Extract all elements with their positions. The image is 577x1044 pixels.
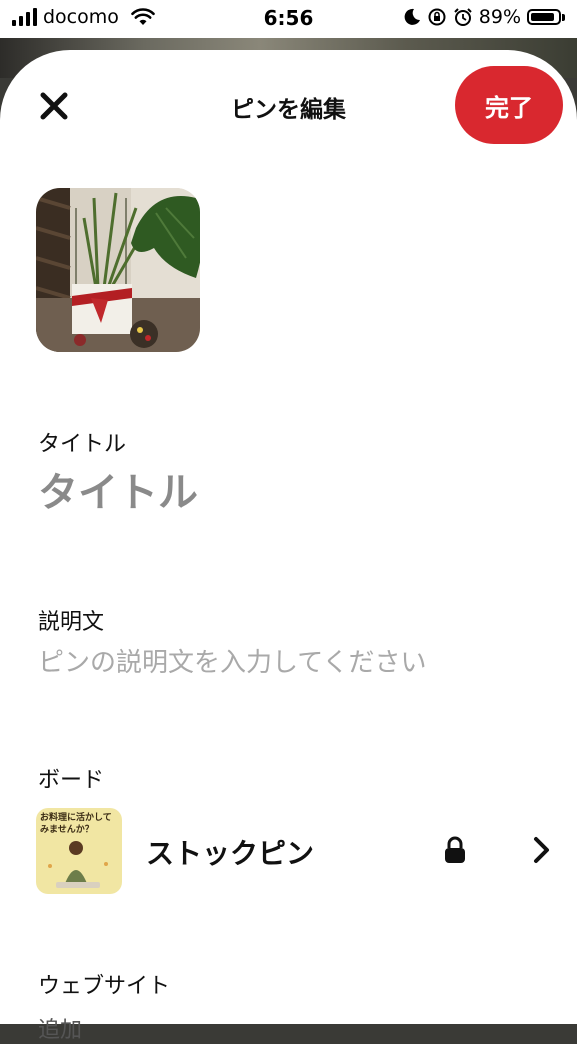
status-bar: docomo 6:56 89%	[0, 0, 577, 38]
moon-icon	[404, 8, 420, 25]
title-input[interactable]	[38, 470, 538, 516]
board-label: ボード	[38, 768, 105, 793]
board-selector[interactable]: お料理に活かして みませんか？ ストックピン	[36, 808, 566, 894]
battery-percent: 89%	[478, 6, 521, 28]
orientation-lock-icon	[428, 8, 446, 26]
title-label: タイトル	[38, 432, 127, 457]
alarm-icon	[454, 8, 472, 26]
website-label: ウェブサイト	[38, 974, 171, 999]
description-label: 説明文	[38, 610, 105, 635]
status-right: 89%	[403, 6, 565, 28]
pin-image[interactable]	[36, 188, 200, 352]
chevron-right-icon[interactable]	[532, 836, 552, 864]
description-input[interactable]	[38, 648, 558, 678]
website-input[interactable]: 追加	[38, 1012, 82, 1044]
board-thumbnail: お料理に活かして みませんか？	[36, 808, 122, 894]
board-name: ストックピン	[146, 837, 315, 870]
plant-photo	[36, 188, 200, 352]
done-button[interactable]: 完了	[455, 66, 563, 144]
lock-icon	[445, 836, 465, 863]
board-thumbnail-illustration	[48, 841, 108, 888]
battery-icon	[527, 9, 565, 25]
